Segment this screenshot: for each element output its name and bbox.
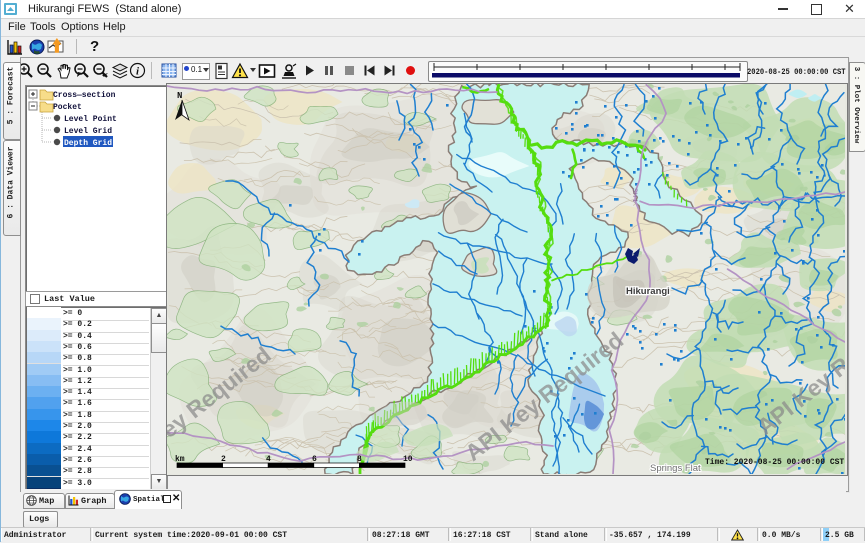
svg-text:2: 2 bbox=[221, 455, 226, 464]
svg-text:i: i bbox=[136, 66, 140, 78]
svg-text:8: 8 bbox=[357, 455, 362, 464]
svg-text:Springs Flat: Springs Flat bbox=[650, 463, 701, 474]
svg-text:Depth Grid: Depth Grid bbox=[64, 139, 112, 148]
svg-text:Pocket: Pocket bbox=[53, 103, 82, 112]
svg-text:Hikurangi: Hikurangi bbox=[626, 286, 670, 297]
svg-text:Time: 2020-08-25 00:00:00 CST: Time: 2020-08-25 00:00:00 CST bbox=[705, 458, 844, 467]
svg-text:SH 1: SH 1 bbox=[631, 188, 638, 203]
svg-text:10: 10 bbox=[403, 455, 413, 464]
svg-text:Level Point: Level Point bbox=[64, 115, 117, 124]
svg-text:Level Grid: Level Grid bbox=[64, 127, 112, 136]
svg-text:Cross—section: Cross—section bbox=[53, 91, 116, 100]
svg-text:km: km bbox=[175, 455, 185, 464]
svg-text:4: 4 bbox=[266, 455, 271, 464]
svg-text:N: N bbox=[177, 91, 182, 101]
svg-text:6: 6 bbox=[312, 455, 317, 464]
